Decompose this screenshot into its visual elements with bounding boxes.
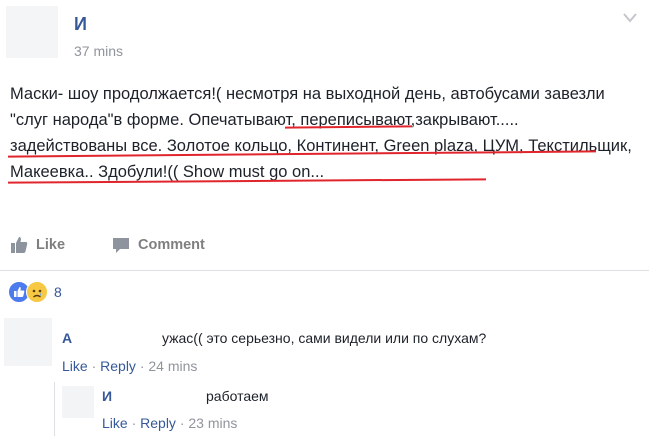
comment-like-link[interactable]: Like — [102, 415, 128, 431]
comment-text: ужас(( это серьезно, сами видели или по … — [162, 330, 487, 346]
sad-reaction-icon — [26, 281, 48, 303]
comment-time[interactable]: 24 mins — [148, 358, 197, 374]
like-button[interactable]: Like — [10, 234, 65, 256]
commenter-avatar[interactable] — [4, 318, 52, 366]
redacted-commenter-name — [76, 328, 160, 348]
post-action-bar: Like Comment — [0, 228, 649, 262]
comment-button-label: Comment — [138, 237, 205, 253]
post-header: И 37 mins — [0, 0, 649, 70]
thumbs-up-icon — [11, 237, 28, 253]
reactions-divider — [0, 270, 649, 271]
comment-time[interactable]: 23 mins — [188, 415, 237, 431]
post-text-part-5: Здобули!(( Show must go on... — [93, 163, 325, 181]
comment-text: работаем — [206, 388, 269, 404]
post-text: Маски- шоу продолжается!( несмотря на вы… — [10, 81, 635, 185]
reactions-count[interactable]: 8 — [54, 284, 62, 300]
meta-separator: · — [91, 358, 97, 374]
comment-reply-link[interactable]: Reply — [140, 415, 176, 431]
commenter-avatar[interactable] — [62, 386, 94, 418]
comment-author[interactable]: А — [62, 330, 72, 346]
redacted-commenter-name — [116, 386, 204, 406]
comment-like-link[interactable]: Like — [62, 358, 88, 374]
meta-separator: · — [139, 358, 145, 374]
like-button-label: Like — [36, 237, 66, 253]
reactions-summary[interactable]: 8 — [8, 281, 62, 303]
comment-meta: Like · Reply · 23 mins — [102, 415, 237, 431]
meta-separator: · — [179, 415, 185, 431]
post-timestamp[interactable]: 37 mins — [74, 43, 123, 59]
author-avatar[interactable] — [6, 6, 58, 58]
comment-reply-link[interactable]: Reply — [100, 358, 136, 374]
comment: А ужас(( это серьезно, сами видели или п… — [0, 318, 649, 378]
comment-author[interactable]: И — [102, 388, 112, 404]
comment-button[interactable]: Comment — [112, 234, 205, 256]
comment-meta: Like · Reply · 24 mins — [62, 358, 197, 374]
post-author[interactable]: И — [74, 14, 87, 34]
comment-bubble-icon — [113, 238, 129, 253]
comment-reply: И работаем Like · Reply · 23 mins — [0, 382, 649, 436]
redacted-author-name — [96, 14, 246, 34]
chevron-down-icon[interactable] — [622, 12, 638, 24]
meta-separator: · — [131, 415, 137, 431]
